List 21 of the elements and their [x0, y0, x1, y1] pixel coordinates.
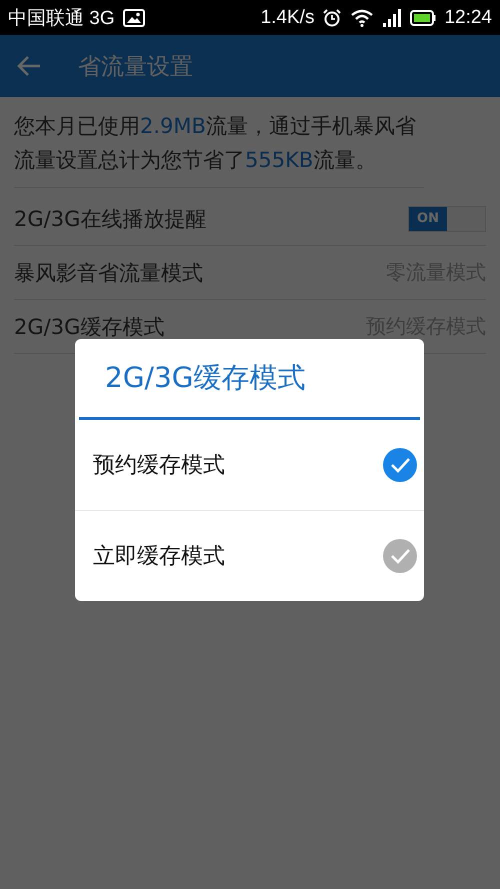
- network-speed: 1.4K/s: [260, 6, 314, 28]
- option-label: 立即缓存模式: [93, 543, 225, 571]
- switch-label: ON: [409, 206, 447, 230]
- signal-icon: [382, 8, 402, 26]
- wifi-icon: [350, 8, 374, 26]
- carrier-name: 中国联通 3G: [8, 6, 115, 30]
- page-title: 省流量设置: [78, 52, 193, 82]
- clock-time: 12:24: [444, 6, 492, 28]
- option-item[interactable]: 预约缓存模式: [75, 420, 424, 511]
- alarm-clock-icon: [322, 8, 342, 28]
- battery-icon: [410, 10, 436, 26]
- option-label: 预约缓存模式: [93, 452, 225, 480]
- setting-label: 暴风影音省流量模式: [14, 260, 203, 286]
- toggle-switch[interactable]: ON: [408, 206, 486, 232]
- back-arrow-icon[interactable]: [16, 55, 42, 77]
- dialog-title: 2G/3G缓存模式: [79, 339, 420, 420]
- setting-label: 2G/3G在线播放提醒: [14, 206, 206, 232]
- option-item[interactable]: 立即缓存模式: [75, 511, 424, 601]
- image-icon: [122, 8, 145, 26]
- setting-label: 2G/3G缓存模式: [14, 314, 164, 340]
- usage-summary: 您本月已使用2.9MB流量，通过手机暴风省流量设置总计为您节省了 555KB流量。: [14, 97, 424, 188]
